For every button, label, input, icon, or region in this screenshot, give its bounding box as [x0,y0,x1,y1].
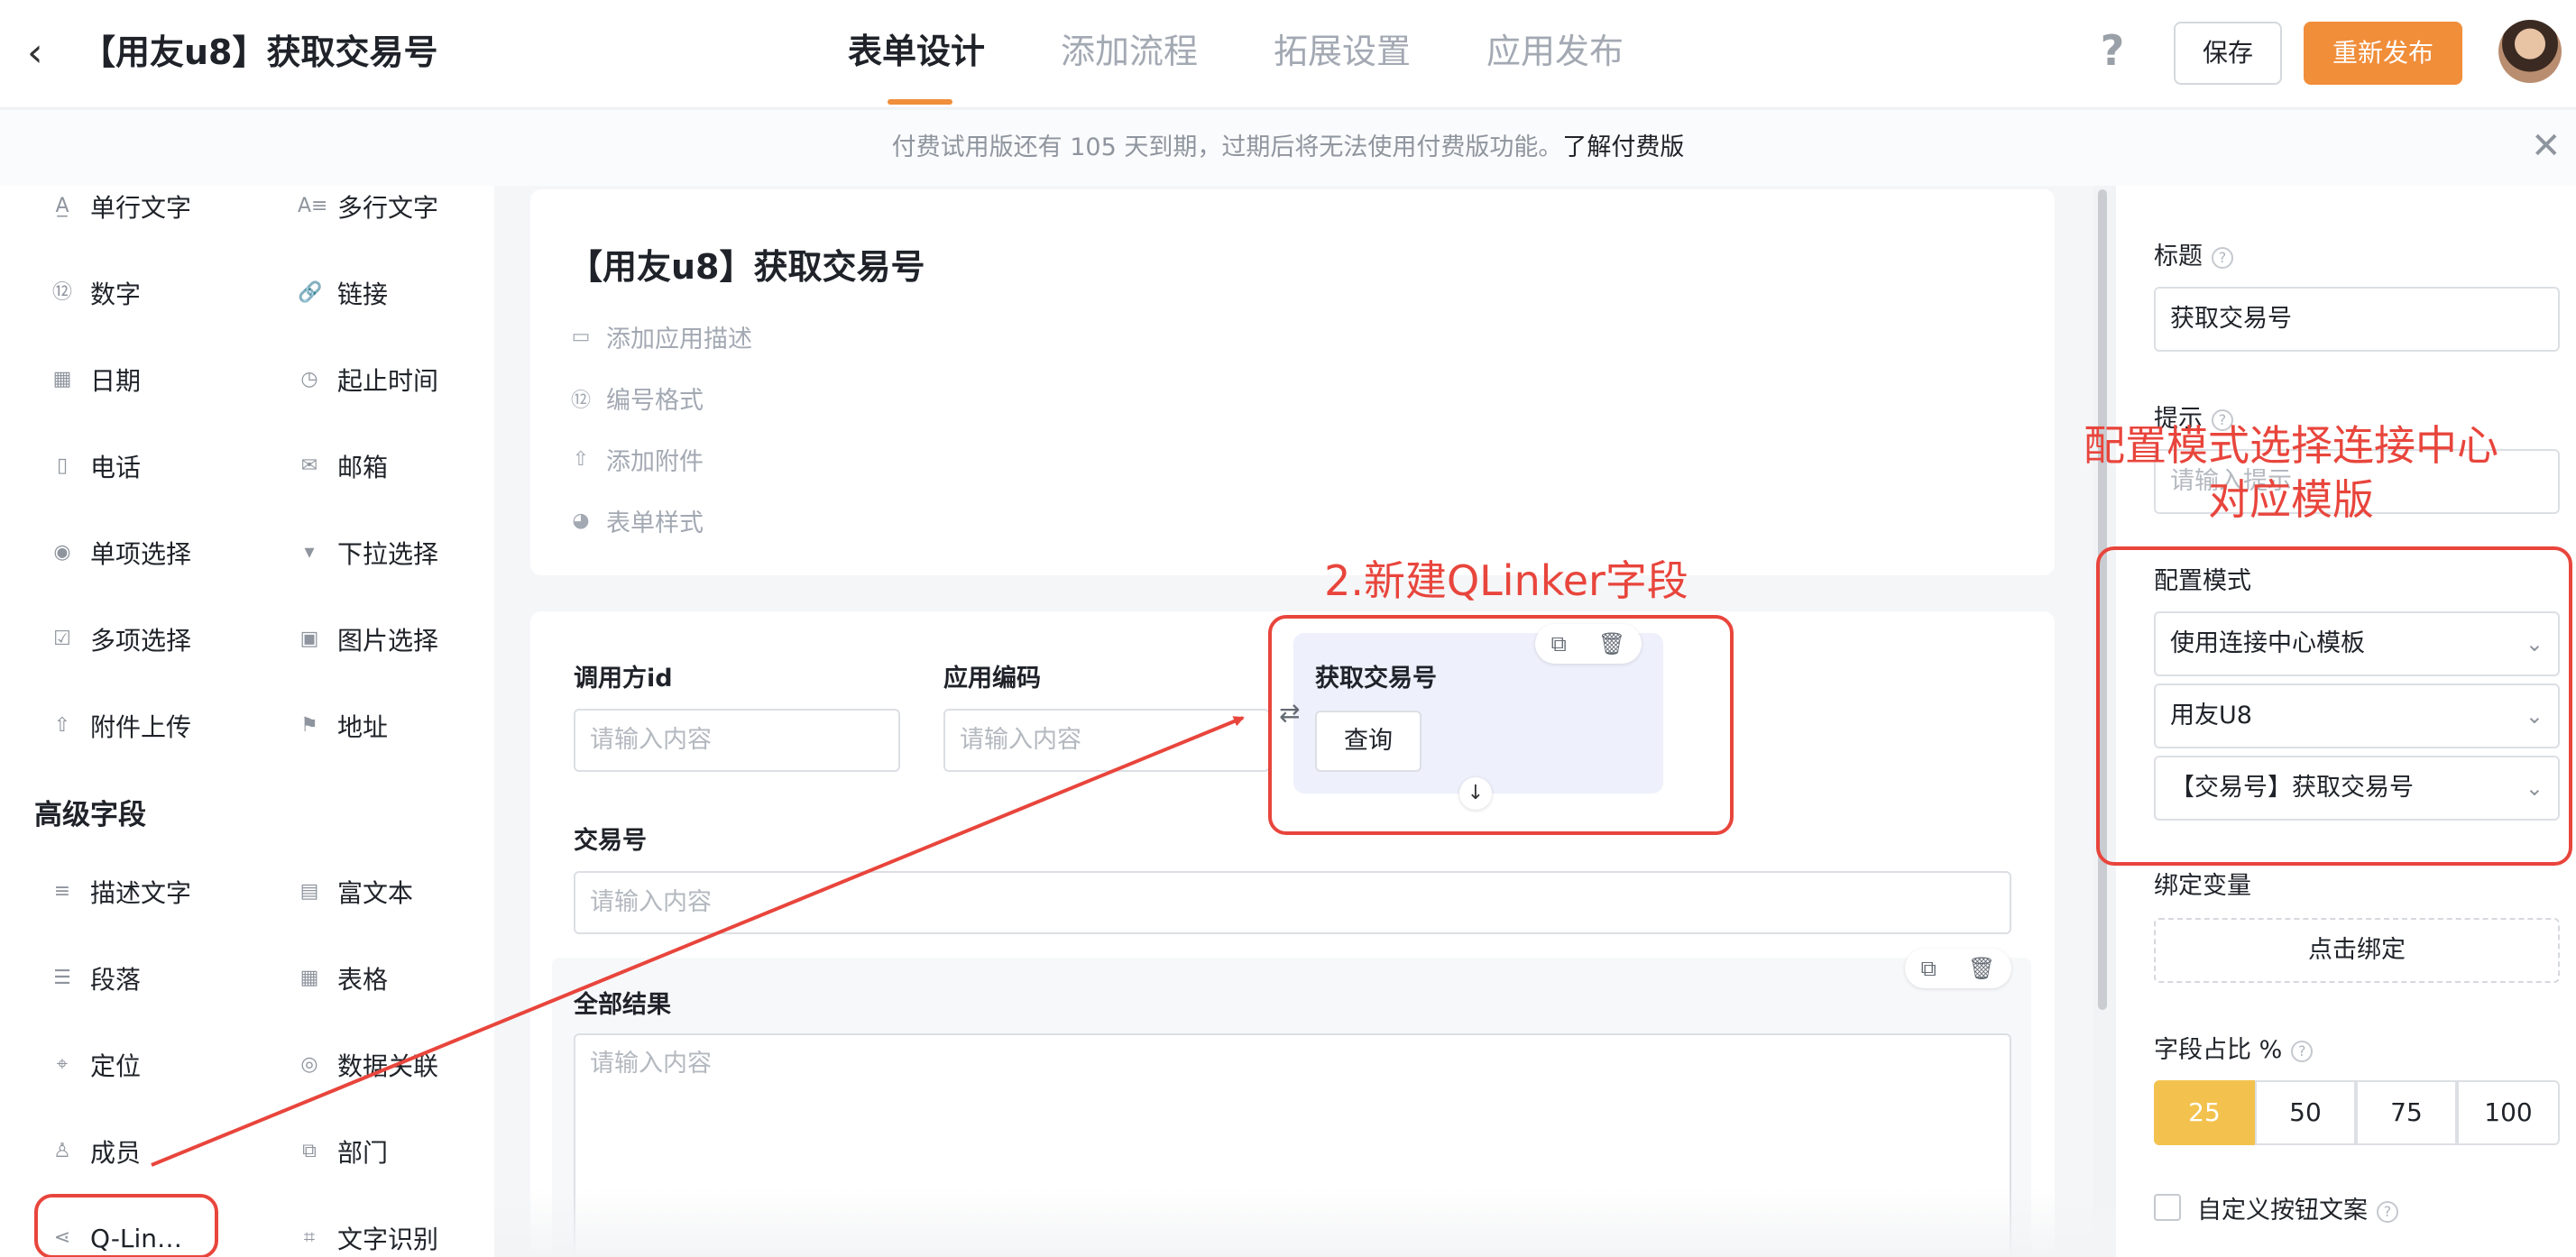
config-annotation-line2: 对应模版 [2208,475,2374,524]
config-annotation-line1: 配置模式选择连接中心 [2084,421,2498,470]
qlinker-highlight-box [34,1194,218,1257]
config-highlight-box [2096,546,2572,866]
new-field-annotation: 2.新建QLinker字段 [1324,556,1688,605]
new-field-highlight-box [1268,615,1734,835]
